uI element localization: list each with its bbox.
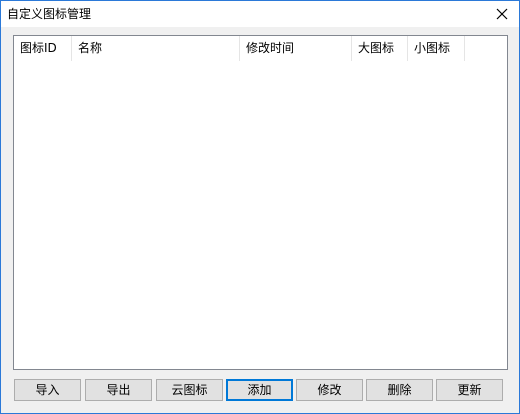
custom-icon-manager-dialog: 自定义图标管理 图标ID 名称 修改时间 大图标 小图标 导入 导出 云图标 添… <box>0 0 520 414</box>
close-icon <box>496 8 508 20</box>
window-title: 自定义图标管理 <box>7 7 92 21</box>
add-button[interactable]: 添加 <box>226 379 293 401</box>
edit-button[interactable]: 修改 <box>296 379 363 401</box>
update-button[interactable]: 更新 <box>436 379 503 401</box>
column-header-name[interactable]: 名称 <box>72 36 240 61</box>
list-body[interactable] <box>14 61 507 369</box>
title-bar: 自定义图标管理 <box>1 1 519 27</box>
delete-button[interactable]: 删除 <box>366 379 433 401</box>
export-button[interactable]: 导出 <box>85 379 152 401</box>
icon-list-view[interactable]: 图标ID 名称 修改时间 大图标 小图标 <box>13 35 508 370</box>
column-header-icon-id[interactable]: 图标ID <box>14 36 72 61</box>
list-header: 图标ID 名称 修改时间 大图标 小图标 <box>14 36 507 61</box>
cloud-icon-button[interactable]: 云图标 <box>156 379 223 401</box>
column-header-small-icon[interactable]: 小图标 <box>408 36 465 61</box>
close-button[interactable] <box>485 1 519 27</box>
column-header-modified-time[interactable]: 修改时间 <box>240 36 352 61</box>
column-header-large-icon[interactable]: 大图标 <box>352 36 408 61</box>
import-button[interactable]: 导入 <box>14 379 81 401</box>
